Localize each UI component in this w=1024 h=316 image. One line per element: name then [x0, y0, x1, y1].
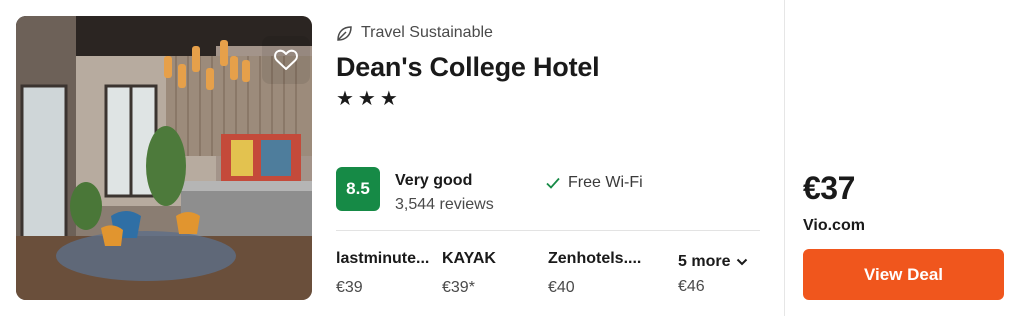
amenity-label: Free Wi-Fi: [568, 174, 643, 191]
review-count[interactable]: 3,544 reviews: [395, 196, 494, 214]
more-deals-label: 5 more: [678, 253, 731, 270]
provider-deal-kayak[interactable]: KAYAK €39*: [442, 250, 532, 297]
hotel-photo[interactable]: [16, 16, 312, 300]
provider-name: lastminute...: [336, 250, 430, 267]
favorite-button[interactable]: [262, 36, 310, 84]
column-divider: [784, 0, 785, 316]
rating-label: Very good: [395, 172, 473, 189]
divider: [336, 230, 760, 231]
hotel-name[interactable]: Dean's College Hotel: [336, 52, 600, 83]
more-deals-button[interactable]: 5 more: [678, 253, 748, 271]
provider-deal-zenhotels[interactable]: Zenhotels.... €40: [548, 250, 648, 297]
provider-price: €39*: [442, 279, 475, 296]
sustainability-label: Travel Sustainable: [361, 24, 493, 41]
review-score-badge: 8.5: [336, 167, 380, 211]
hotel-info: Travel Sustainable Dean's College Hotel …: [336, 0, 766, 316]
provider-price: €39: [336, 279, 363, 296]
sustainability-badge: Travel Sustainable: [336, 24, 493, 42]
hotel-result-card[interactable]: Travel Sustainable Dean's College Hotel …: [0, 0, 1024, 316]
best-deal-provider: Vio.com: [803, 217, 865, 234]
best-deal-price: €37: [803, 170, 855, 206]
provider-price: €40: [548, 279, 575, 296]
provider-name: Zenhotels....: [548, 250, 642, 267]
heart-icon: [274, 49, 298, 70]
chevron-down-icon: [737, 258, 748, 266]
provider-deal-lastminute[interactable]: lastminute... €39: [336, 250, 436, 297]
view-deal-button[interactable]: View Deal: [803, 249, 1004, 300]
more-deals-price: €46: [678, 278, 705, 295]
provider-name: KAYAK: [442, 250, 496, 267]
amenity-wifi: Free Wi-Fi: [546, 174, 643, 192]
star-rating: ★★★: [336, 88, 402, 110]
leaf-icon: [337, 25, 352, 41]
check-icon: [546, 177, 560, 189]
